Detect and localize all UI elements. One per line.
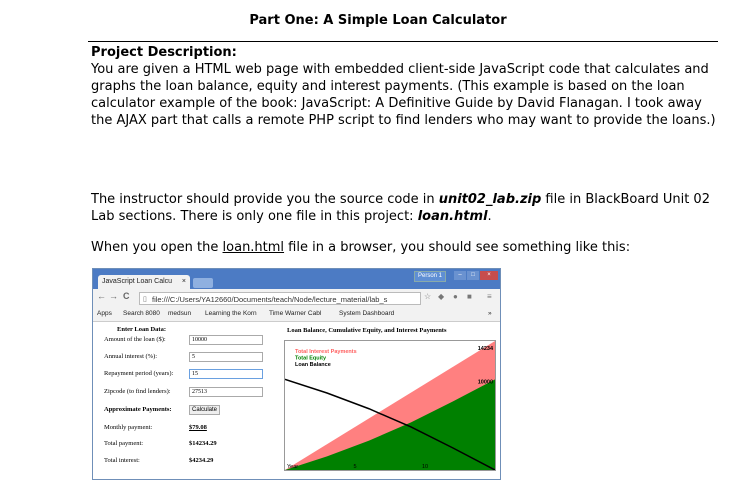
- new-tab-button[interactable]: [193, 278, 213, 288]
- x-axis-label: Year: [287, 464, 298, 470]
- forward-icon[interactable]: →: [109, 291, 118, 301]
- bookmark-apps[interactable]: Apps: [97, 307, 112, 321]
- x-tick-label: 10: [422, 464, 428, 470]
- loan-calculator-page: Enter Loan Data: Amount of the loan ($):…: [93, 322, 500, 479]
- extension-icon-3[interactable]: ■: [467, 292, 472, 301]
- loan-html-link[interactable]: loan.html: [223, 240, 285, 255]
- page-icon: ▯: [143, 296, 147, 303]
- period-label: Repayment period (years):: [104, 370, 174, 377]
- chart-svg: Total Interest PaymentsTotal EquityLoan …: [285, 341, 495, 470]
- tab-title: JavaScript Loan Calcu: [102, 278, 173, 285]
- amount-label: Amount of the loan ($):: [104, 336, 166, 343]
- amount-input[interactable]: 10000: [189, 335, 263, 345]
- period-input[interactable]: 15: [189, 369, 263, 379]
- star-icon[interactable]: ☆: [424, 292, 431, 301]
- enter-loan-heading: Enter Loan Data:: [117, 326, 166, 333]
- open-paragraph: When you open the loan.html file in a br…: [91, 239, 716, 256]
- bookmarks-bar: Apps Search 8080 medsun Learning the Kor…: [93, 307, 500, 322]
- html-filename: loan.html: [417, 209, 488, 224]
- address-bar[interactable]: ▯ file:///C:/Users/YA12660/Documents/tea…: [139, 292, 421, 305]
- maximize-button[interactable]: □: [467, 271, 479, 280]
- tab-close-icon[interactable]: ×: [182, 275, 186, 289]
- total-interest-value: $4234.29: [189, 457, 214, 464]
- menu-icon[interactable]: ≡: [487, 292, 492, 301]
- x-tick-label: 5: [353, 464, 356, 470]
- bookmark-korn[interactable]: Learning the Korn: [205, 307, 257, 321]
- browser-tab[interactable]: JavaScript Loan Calcu ×: [98, 275, 190, 289]
- total-label: Total payment:: [104, 440, 144, 447]
- max-interest-label: 14234: [478, 346, 494, 352]
- section-heading: Project Description:: [91, 45, 237, 60]
- zipcode-input[interactable]: 27513: [189, 387, 263, 397]
- calculate-button[interactable]: Calculate: [189, 405, 221, 415]
- zip-filename: unit02_lab.zip: [438, 192, 542, 207]
- monthly-label: Monthly payment:: [104, 424, 153, 431]
- loan-chart: Total Interest Payments Total Equity Loan …: [284, 340, 496, 471]
- chart-title: Loan Balance, Cumulative Equity, and Int…: [287, 327, 447, 334]
- open-text-b: file in a browser, you should see someth…: [284, 240, 631, 255]
- minimize-button[interactable]: –: [454, 271, 466, 280]
- url-text: file:///C:/Users/YA12660/Documents/teach…: [152, 295, 388, 304]
- bookmark-time-warner[interactable]: Time Warner Cabl: [269, 307, 321, 321]
- zipcode-label: Zipcode (to find lenders):: [104, 388, 171, 395]
- close-window-button[interactable]: ×: [480, 271, 498, 280]
- legend-entry: Total Interest Payments: [295, 349, 357, 355]
- bookmark-medsun[interactable]: medsun: [168, 307, 191, 321]
- browser-screenshot: JavaScript Loan Calcu × Person 1 – □ × ←…: [92, 268, 501, 480]
- profile-button[interactable]: Person 1: [414, 271, 447, 282]
- principal-label: 10000: [478, 379, 493, 385]
- description-paragraph: You are given a HTML web page with embed…: [91, 62, 716, 128]
- approx-payments-label: Approximate Payments:: [104, 406, 172, 413]
- reload-icon[interactable]: C: [123, 291, 130, 301]
- extension-icon[interactable]: ◆: [438, 292, 444, 301]
- total-interest-label: Total interest:: [104, 457, 140, 464]
- monthly-value: $79.08: [189, 424, 207, 431]
- total-value: $14234.29: [189, 440, 217, 447]
- bookmarks-more-icon[interactable]: »: [488, 307, 492, 321]
- instr-text-a: The instructor should provide you the so…: [91, 192, 439, 207]
- extension-icon-2[interactable]: ●: [453, 292, 458, 301]
- page-title: Part One: A Simple Loan Calculator: [249, 13, 507, 28]
- instr-text-c: .: [487, 209, 492, 224]
- instructions-paragraph: The instructor should provide you the so…: [91, 191, 716, 225]
- bookmark-system-dashboard[interactable]: System Dashboard: [339, 307, 394, 321]
- back-icon[interactable]: ←: [97, 291, 106, 301]
- bookmark-search[interactable]: Search 8080: [123, 307, 160, 321]
- interest-input[interactable]: 5: [189, 352, 263, 362]
- legend-entry: Loan Balance: [295, 362, 331, 368]
- interest-label: Annual interest (%):: [104, 353, 158, 360]
- open-text-a: When you open the: [91, 240, 223, 255]
- legend-entry: Total Equity: [295, 356, 327, 362]
- title-divider: [88, 41, 718, 42]
